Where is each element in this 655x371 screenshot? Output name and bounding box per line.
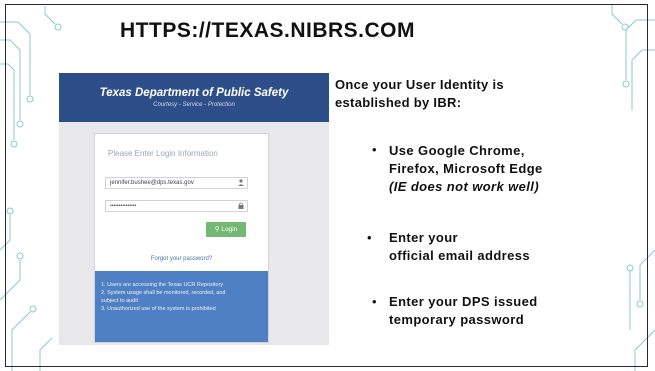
slide-title: HTTPS://TEXAS.NIBRS.COM — [120, 19, 416, 42]
bullet-line: Use Google Chrome, — [389, 143, 525, 158]
bullet-line: Enter your DPS issued — [389, 294, 538, 309]
email-bullet: Enter your official email address — [389, 229, 530, 265]
dps-header-title: Texas Department of Public Safety — [99, 87, 289, 99]
login-button[interactable]: ⚲ Login — [206, 222, 246, 237]
dps-header-subtitle: Courtesy - Service - Protection — [153, 102, 235, 108]
bullet-icon: • — [372, 294, 377, 309]
password-field-value: ••••••••••••••• — [110, 203, 137, 209]
usage-notice: 1. Users are accessing the Texas UCR Rep… — [95, 271, 268, 342]
password-field[interactable]: ••••••••••••••• — [105, 200, 248, 212]
dps-header: Texas Department of Public Safety Courte… — [59, 73, 329, 122]
intro-line: Once your User Identity is — [335, 77, 504, 92]
user-icon — [238, 179, 244, 188]
notice-line: 2. System usage shall be monitored, reco… — [101, 290, 226, 296]
presentation-slide: HTTPS://TEXAS.NIBRS.COM Texas Department… — [0, 0, 655, 371]
bullet-line: temporary password — [389, 312, 525, 327]
login-panel: Please Enter Login Information jennifer.… — [94, 133, 269, 343]
login-heading: Please Enter Login Information — [108, 149, 218, 158]
bullet-line: official email address — [389, 248, 531, 263]
lock-icon — [238, 202, 244, 211]
login-button-label: Login — [221, 226, 238, 233]
password-bullet: Enter your DPS issued temporary password — [389, 293, 538, 329]
email-field-value: jennifer.bushee@dps.texas.gov — [110, 180, 194, 186]
bullet-line: Firefox, Microsoft Edge — [389, 161, 543, 176]
forgot-password-link[interactable]: Forgot your password? — [95, 256, 268, 262]
bullet-icon: • — [367, 230, 372, 245]
browser-bullet: Use Google Chrome, Firefox, Microsoft Ed… — [389, 142, 543, 196]
bullet-line: Enter your — [389, 230, 459, 245]
bullet-icon: • — [372, 142, 377, 157]
instructions-intro: Once your User Identity is established b… — [335, 76, 504, 112]
notice-line: subject to audit — [101, 298, 138, 304]
notice-line: 1. Users are accessing the Texas UCR Rep… — [101, 282, 224, 288]
email-field[interactable]: jennifer.bushee@dps.texas.gov — [105, 177, 248, 189]
login-screenshot: Texas Department of Public Safety Courte… — [59, 73, 329, 345]
bullet-note: (IE does not work well) — [389, 179, 540, 194]
notice-line: 3. Unauthorized use of the system is pro… — [101, 306, 216, 312]
intro-line: established by IBR: — [335, 95, 462, 110]
